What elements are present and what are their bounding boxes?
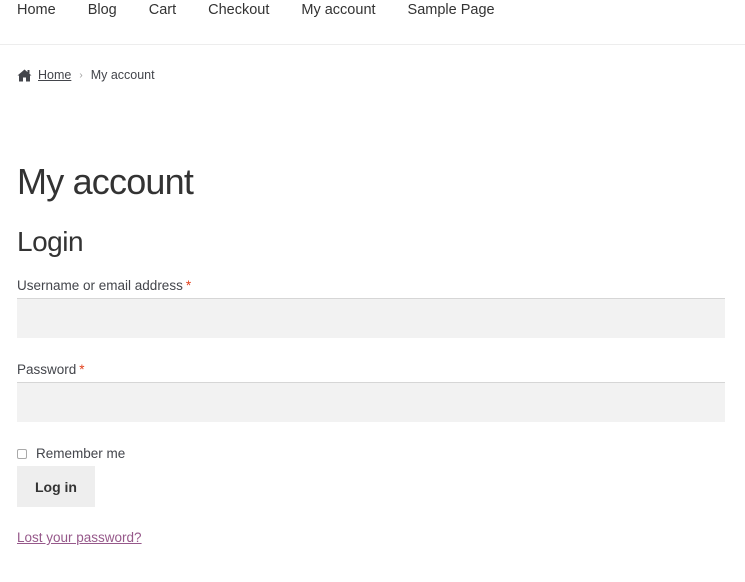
nav-menu: Home Blog Cart Checkout My account Sampl… <box>17 1 527 19</box>
nav-item-cart[interactable]: Cart <box>149 1 176 19</box>
remember-me-checkbox[interactable] <box>17 448 27 459</box>
lost-password-link[interactable]: Lost your password? <box>17 530 142 545</box>
login-button[interactable]: Log in <box>17 466 95 507</box>
nav-item-home[interactable]: Home <box>17 1 56 19</box>
primary-navigation: Home Blog Cart Checkout My account Sampl… <box>0 0 745 45</box>
required-marker: * <box>79 362 85 377</box>
breadcrumb-current: My account <box>90 68 155 82</box>
breadcrumb: Home › My account <box>17 68 155 82</box>
required-marker: * <box>185 278 192 293</box>
login-heading: Login <box>17 226 84 257</box>
nav-item-sample-page[interactable]: Sample Page <box>408 1 495 19</box>
password-input[interactable] <box>17 382 725 422</box>
page-title: My account <box>17 161 194 202</box>
password-label-text: Password <box>17 362 77 377</box>
remember-me-label[interactable]: Remember me <box>36 446 125 461</box>
breadcrumb-home-link[interactable]: Home <box>38 68 71 82</box>
username-label-text: Username or email address <box>17 278 183 293</box>
username-input[interactable] <box>17 298 725 338</box>
breadcrumb-separator: › <box>79 69 83 81</box>
remember-me-row: Remember me <box>17 446 125 461</box>
password-label: Password * <box>17 362 85 377</box>
username-label: Username or email address * <box>17 278 191 293</box>
home-icon <box>17 69 32 82</box>
nav-item-checkout[interactable]: Checkout <box>208 1 269 19</box>
nav-item-blog[interactable]: Blog <box>88 1 117 19</box>
nav-item-my-account[interactable]: My account <box>301 1 375 19</box>
